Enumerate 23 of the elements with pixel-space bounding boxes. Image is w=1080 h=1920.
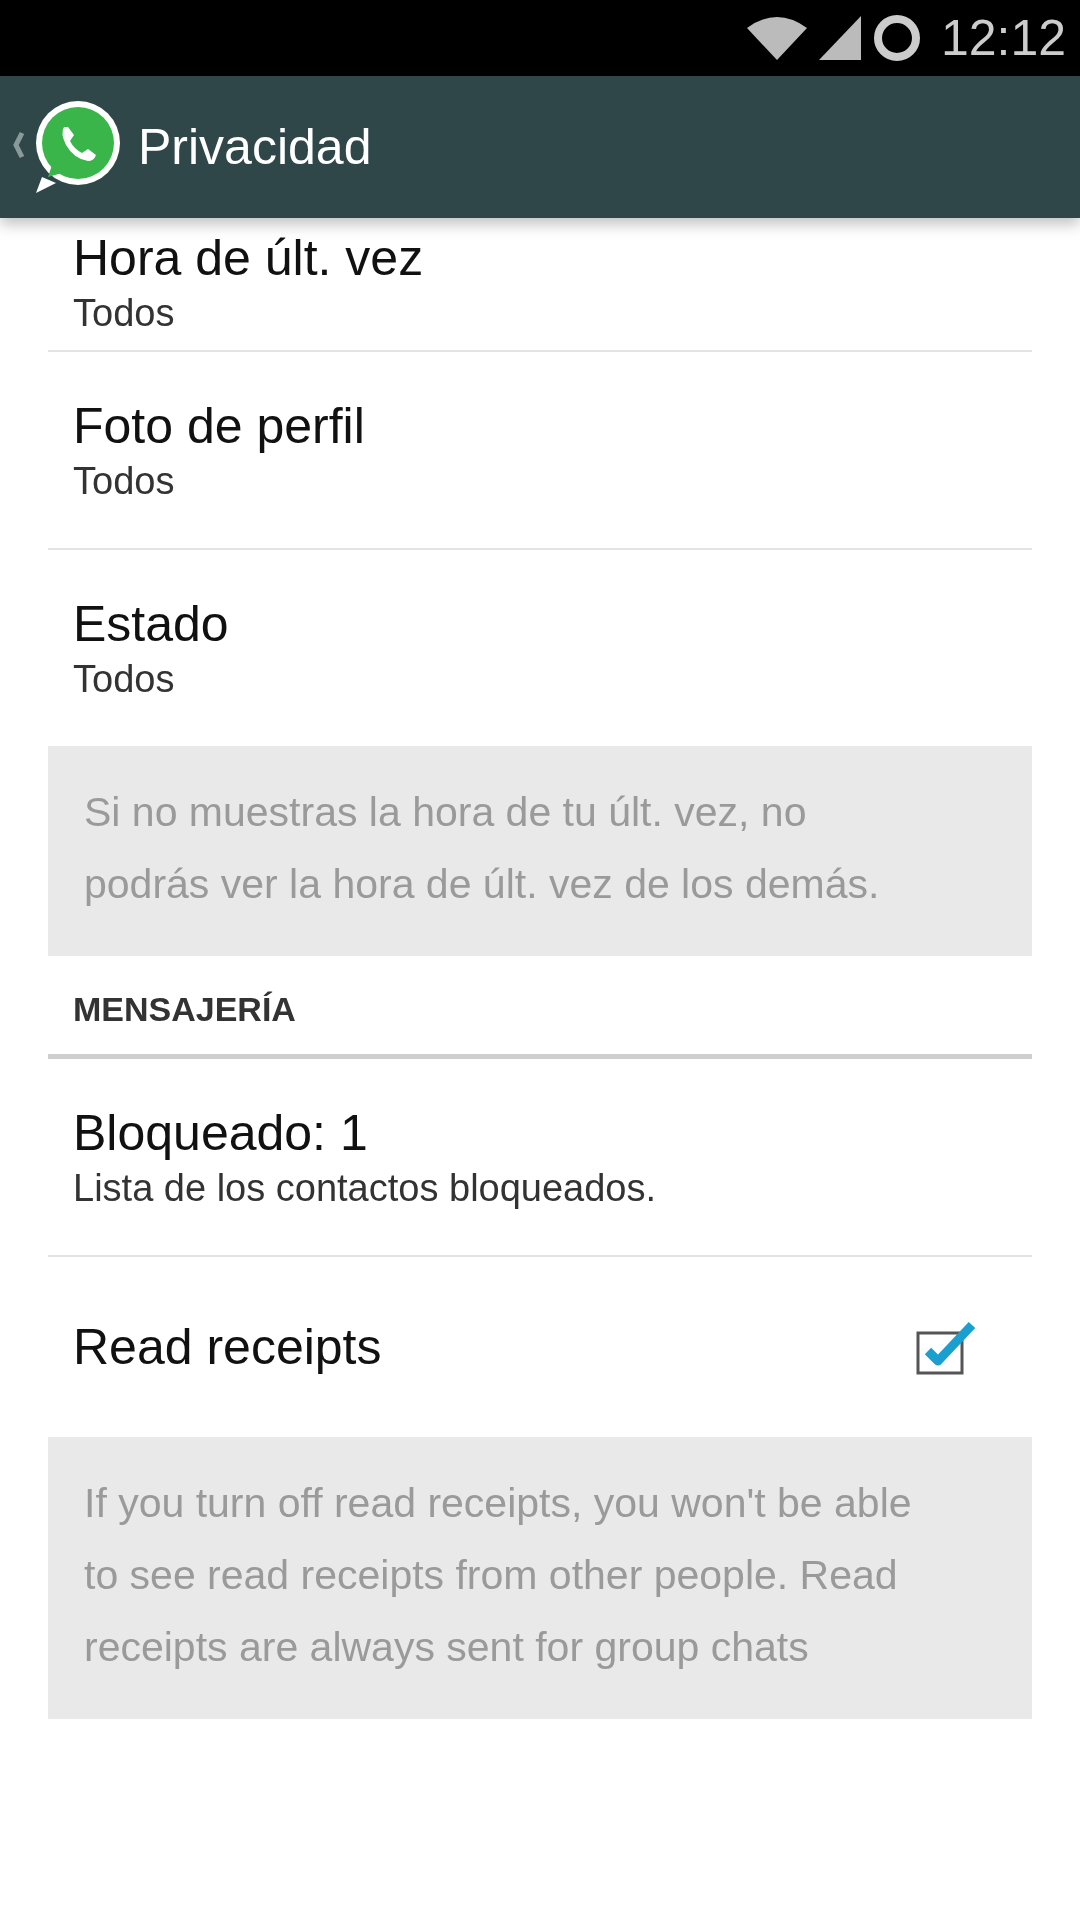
battery-ring-icon — [872, 14, 921, 62]
settings-row[interactable]: Hora de últ. vez Todos — [48, 214, 1032, 352]
screen-title: Privacidad — [138, 118, 372, 176]
row-title: Estado — [73, 595, 229, 654]
row-title: Foto de perfil — [73, 397, 365, 456]
settings-row[interactable]: Read receipts — [48, 1257, 1032, 1437]
info-note: Si no muestras la hora de tu últ. vez, no podrás ver la hora de últ. vez de los demás. — [48, 746, 1032, 956]
row-subtitle: Todos — [73, 459, 176, 504]
settings-row[interactable]: Estado Todos — [48, 550, 1032, 746]
row-subtitle: Todos — [73, 657, 176, 702]
info-note: If you turn off read receipts, you won't be able to see read receipts from other people. Read receipts are always sent for group chats — [48, 1437, 1032, 1719]
row-title: Bloqueado: 1 — [73, 1104, 369, 1163]
section-header: MENSAJERÍA — [48, 964, 1032, 1059]
row-subtitle: Todos — [73, 291, 176, 336]
row-subtitle: Lista de los contactos bloqueados. — [73, 1166, 657, 1211]
checkbox[interactable] — [916, 1319, 978, 1375]
row-title: Hora de últ. vez — [73, 229, 424, 288]
wifi-icon — [746, 16, 807, 60]
row-title: Read receipts — [73, 1318, 382, 1377]
settings-row[interactable]: Foto de perfil Todos — [48, 352, 1032, 550]
signal-icon — [818, 16, 861, 60]
settings-row[interactable]: Bloqueado: 1 Lista de los contactos bloqueados. — [48, 1059, 1032, 1257]
status-time: 12:12 — [940, 9, 1066, 67]
